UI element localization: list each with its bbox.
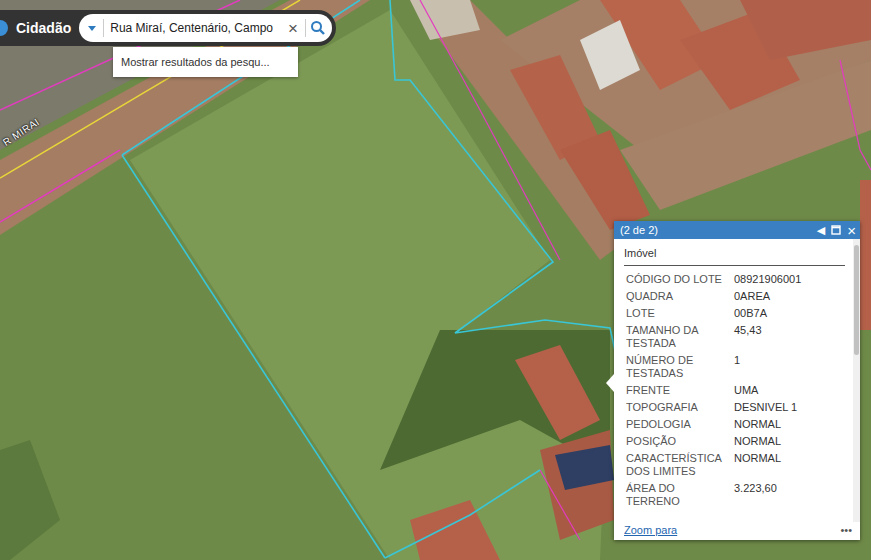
attribute-row: ÁREA DO TERRENO3.223,60 — [624, 480, 845, 510]
attribute-value: 45,43 — [732, 322, 845, 352]
app-title: Cidadão — [16, 20, 71, 36]
attribute-row: PEDOLOGIANORMAL — [624, 416, 845, 433]
attribute-row: QUADRA0AREA — [624, 288, 845, 305]
scrollbar-thumb[interactable] — [854, 245, 859, 355]
attribute-row: NÚMERO DE TESTADAS1 — [624, 352, 845, 382]
pager: (2 de 2) — [620, 224, 811, 236]
scrollbar[interactable] — [853, 239, 860, 522]
attribute-label: POSIÇÃO — [624, 433, 732, 450]
attribute-row: TAMANHO DA TESTADA45,43 — [624, 322, 845, 352]
attribute-value: 00B7A — [732, 305, 845, 322]
app-logo-icon — [0, 20, 8, 36]
search-bar: Cidadão Rua Miraí, Centenário, Campo × — [0, 10, 336, 46]
popup-footer: Zoom para ••• — [614, 522, 860, 540]
attribute-label: TAMANHO DA TESTADA — [624, 322, 732, 352]
search-value[interactable]: Rua Miraí, Centenário, Campo — [108, 21, 281, 35]
attribute-value: DESNIVEL 1 — [732, 399, 845, 416]
attribute-value: NORMAL — [732, 450, 845, 480]
popup-title: Imóvel — [624, 245, 845, 266]
attribute-label: FRENTE — [624, 382, 732, 399]
previous-button[interactable]: ◀ — [817, 225, 825, 236]
attribute-value: 3.223,60 — [732, 480, 845, 510]
attribute-row: CÓDIGO DO LOTE08921906001 — [624, 271, 845, 288]
dropdown-caret-icon[interactable] — [85, 21, 99, 35]
divider — [305, 19, 306, 37]
search-suggestion[interactable]: Mostrar resultados da pesqu... — [113, 47, 298, 77]
clear-button[interactable]: × — [285, 20, 301, 37]
attribute-label: CÓDIGO DO LOTE — [624, 271, 732, 288]
attribute-label: ÁREA DO TERRENO — [624, 480, 732, 510]
attribute-row: TOPOGRAFIADESNIVEL 1 — [624, 399, 845, 416]
attribute-value: NORMAL — [732, 433, 845, 450]
popup-pointer — [606, 374, 614, 392]
search-icon[interactable] — [310, 20, 326, 36]
attribute-label: NÚMERO DE TESTADAS — [624, 352, 732, 382]
attribute-table: CÓDIGO DO LOTE08921906001QUADRA0AREALOTE… — [624, 271, 845, 510]
attribute-label: TOPOGRAFIA — [624, 399, 732, 416]
attribute-label: PEDOLOGIA — [624, 416, 732, 433]
attribute-row: POSIÇÃONORMAL — [624, 433, 845, 450]
divider — [103, 19, 104, 37]
popup-content: Imóvel CÓDIGO DO LOTE08921906001QUADRA0AR… — [614, 239, 853, 522]
attribute-label: LOTE — [624, 305, 732, 322]
attribute-value: 1 — [732, 352, 845, 382]
attribute-value: 08921906001 — [732, 271, 845, 288]
attribute-value: 0AREA — [732, 288, 845, 305]
popup-body: Imóvel CÓDIGO DO LOTE08921906001QUADRA0AR… — [614, 239, 860, 522]
maximize-icon[interactable] — [831, 225, 841, 235]
close-button[interactable]: × — [847, 223, 856, 238]
attribute-value: NORMAL — [732, 416, 845, 433]
popup-header: (2 de 2) ◀ × — [614, 221, 860, 239]
attribute-row: LOTE00B7A — [624, 305, 845, 322]
attribute-row: CARACTERÍSTICA DOS LIMITESNORMAL — [624, 450, 845, 480]
search-field[interactable]: Rua Miraí, Centenário, Campo × — [79, 14, 332, 42]
info-popup: (2 de 2) ◀ ×Imóvel CÓDIGO DO LOTE0892190600… — [614, 221, 860, 540]
attribute-row: FRENTEUMA — [624, 382, 845, 399]
more-button[interactable]: ••• — [840, 524, 852, 536]
attribute-label: CARACTERÍSTICA DOS LIMITES — [624, 450, 732, 480]
attribute-value: UMA — [732, 382, 845, 399]
zoom-link[interactable]: Zoom para — [624, 524, 677, 536]
attribute-label: QUADRA — [624, 288, 732, 305]
